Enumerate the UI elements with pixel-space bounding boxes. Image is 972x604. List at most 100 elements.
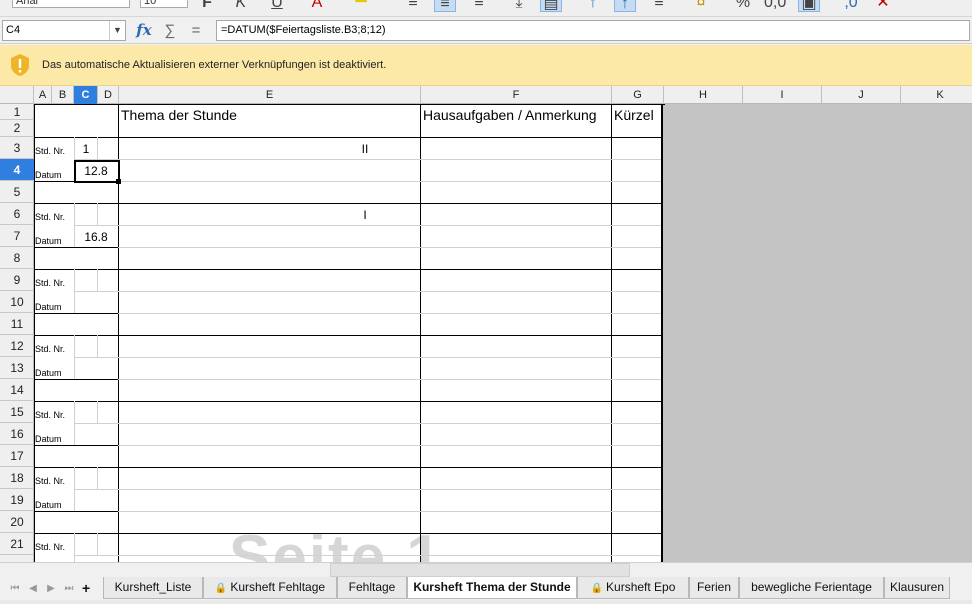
- highlight-color-icon[interactable]: ▀: [350, 0, 372, 12]
- next-sheet-icon[interactable]: ▶: [44, 583, 58, 594]
- sheet-tab[interactable]: Ferien: [689, 577, 739, 599]
- row-header-1[interactable]: 1: [0, 104, 34, 120]
- italic-icon[interactable]: K: [230, 0, 252, 12]
- font-size-box[interactable]: 10: [140, 0, 188, 8]
- align-middle-icon[interactable]: ↑: [614, 0, 636, 12]
- column-header-e[interactable]: E: [119, 86, 421, 104]
- row-header-16[interactable]: 16: [0, 423, 34, 445]
- sum-icon[interactable]: ∑: [160, 20, 180, 41]
- datum-label: Datum: [35, 500, 62, 510]
- row-header-18[interactable]: 18: [0, 467, 34, 489]
- align-top-icon[interactable]: ↑: [582, 0, 604, 12]
- grid-line: [34, 137, 663, 138]
- column-header-d[interactable]: D: [98, 86, 119, 104]
- align-left-icon[interactable]: ≡: [402, 0, 424, 12]
- name-box[interactable]: C4 ▼: [2, 20, 126, 41]
- column-header-k[interactable]: K: [901, 86, 972, 104]
- font-color-icon[interactable]: A: [306, 0, 328, 12]
- row-header-20[interactable]: 20: [0, 511, 34, 533]
- percent-format-icon[interactable]: %: [732, 0, 754, 12]
- row-header-13[interactable]: 13: [0, 357, 34, 379]
- align-bottom-icon[interactable]: ⤓: [508, 0, 530, 12]
- formula-input[interactable]: =DATUM($Feiertagsliste.B3;8;12): [216, 20, 970, 41]
- delete-decimal-icon[interactable]: ✕: [872, 0, 894, 12]
- selected-cell-c4[interactable]: [74, 160, 120, 183]
- row-header-17[interactable]: 17: [0, 445, 34, 467]
- row-header-12[interactable]: 12: [0, 335, 34, 357]
- function-wizard-icon[interactable]: fx: [134, 20, 154, 41]
- row-header-19[interactable]: 19: [0, 489, 34, 511]
- underline-icon[interactable]: U: [266, 0, 288, 12]
- font-name-box[interactable]: Arial: [12, 0, 130, 8]
- column-header-c[interactable]: C: [74, 86, 98, 104]
- info-message: Das automatische Aktualisieren externer …: [42, 59, 387, 71]
- std-nr-label: Std. Nr.: [35, 278, 66, 288]
- grid-line: [34, 104, 665, 105]
- row-header-21[interactable]: 21: [0, 533, 34, 555]
- warning-icon: [11, 54, 29, 76]
- add-decimal-icon[interactable]: ,0: [840, 0, 862, 12]
- sheet-tab[interactable]: bewegliche Ferientage: [739, 577, 884, 599]
- formula-bar: C4 ▼ fx ∑ = =DATUM($Feiertagsliste.B3;8;…: [0, 17, 972, 44]
- sheet-area[interactable]: Seite 1 Thema der Stunde Hausaufgaben / …: [34, 104, 665, 562]
- align-vertical-bottom-icon[interactable]: ≡: [648, 0, 670, 12]
- bold-icon[interactable]: F: [196, 0, 218, 12]
- sheet-tab[interactable]: Kursheft_Liste: [103, 577, 203, 599]
- align-right-icon[interactable]: ≡: [468, 0, 490, 12]
- sheet-tab[interactable]: Kursheft Thema der Stunde: [407, 577, 577, 599]
- row-header-7[interactable]: 7: [0, 225, 34, 247]
- lesson-marker: II: [361, 142, 369, 156]
- spreadsheet-grid[interactable]: A B C D E F G H I J K 1 2 3 4 5 6 7 8 9 10 11 12 13 1…: [0, 86, 972, 562]
- grid-line: [34, 269, 663, 270]
- currency-format-icon[interactable]: ¤: [690, 0, 712, 12]
- column-header-i[interactable]: I: [743, 86, 822, 104]
- row-header-15[interactable]: 15: [0, 401, 34, 423]
- sheet-tab[interactable]: 🔒 Kursheft Fehltage: [203, 577, 337, 599]
- row-header-11[interactable]: 11: [0, 313, 34, 335]
- align-center-icon[interactable]: ≡: [434, 0, 456, 12]
- row-header-2[interactable]: 2: [0, 120, 34, 137]
- grid-line: [74, 555, 118, 556]
- sheet-tab[interactable]: Klausuren: [884, 577, 950, 599]
- column-header-g[interactable]: G: [612, 86, 664, 104]
- grid-line: [74, 533, 75, 562]
- add-sheet-button[interactable]: +: [82, 580, 90, 596]
- header-thema-der-stunde: Thema der Stunde: [121, 107, 237, 123]
- row-header-10[interactable]: 10: [0, 291, 34, 313]
- row-header-14[interactable]: 14: [0, 379, 34, 401]
- grid-line: [97, 203, 98, 225]
- column-header-f[interactable]: F: [421, 86, 612, 104]
- previous-sheet-icon[interactable]: ◀: [26, 583, 40, 594]
- sheet-tab[interactable]: Fehltage: [337, 577, 407, 599]
- grid-line: [34, 313, 118, 314]
- grid-line: [74, 225, 118, 226]
- sheet-tab[interactable]: 🔒 Kursheft Epo: [577, 577, 689, 599]
- grid-line: [420, 104, 421, 562]
- formula-icon[interactable]: =: [186, 20, 206, 41]
- row-header-9[interactable]: 9: [0, 269, 34, 291]
- column-header-a[interactable]: A: [34, 86, 52, 104]
- wrap-text-icon[interactable]: ▤: [540, 0, 562, 12]
- number-format-icon[interactable]: 0,0: [764, 0, 786, 12]
- row-header-5[interactable]: 5: [0, 181, 34, 203]
- row-header-6[interactable]: 6: [0, 203, 34, 225]
- std-nr-label: Std. Nr.: [35, 410, 66, 420]
- sheet-tab-bar: ⏮ ◀ ▶ ⏭ + Kursheft_Liste 🔒 Kursheft Fehlta…: [0, 562, 972, 604]
- std-nr-label: Std. Nr.: [35, 344, 66, 354]
- grid-line: [118, 181, 661, 182]
- std-nr-label: Std. Nr.: [35, 146, 66, 156]
- select-all-corner[interactable]: [0, 86, 34, 104]
- date-format-icon[interactable]: ▣: [798, 0, 820, 12]
- first-sheet-icon[interactable]: ⏮: [8, 583, 22, 594]
- horizontal-scrollbar[interactable]: [330, 563, 630, 577]
- row-header-8[interactable]: 8: [0, 247, 34, 269]
- chevron-down-icon[interactable]: ▼: [109, 21, 125, 40]
- grid-line: [118, 357, 661, 358]
- last-sheet-icon[interactable]: ⏭: [62, 583, 76, 594]
- column-header-b[interactable]: B: [52, 86, 74, 104]
- fill-handle[interactable]: [116, 179, 121, 184]
- row-header-4[interactable]: 4: [0, 159, 34, 181]
- row-header-3[interactable]: 3: [0, 137, 34, 159]
- column-header-j[interactable]: J: [822, 86, 901, 104]
- column-header-h[interactable]: H: [664, 86, 743, 104]
